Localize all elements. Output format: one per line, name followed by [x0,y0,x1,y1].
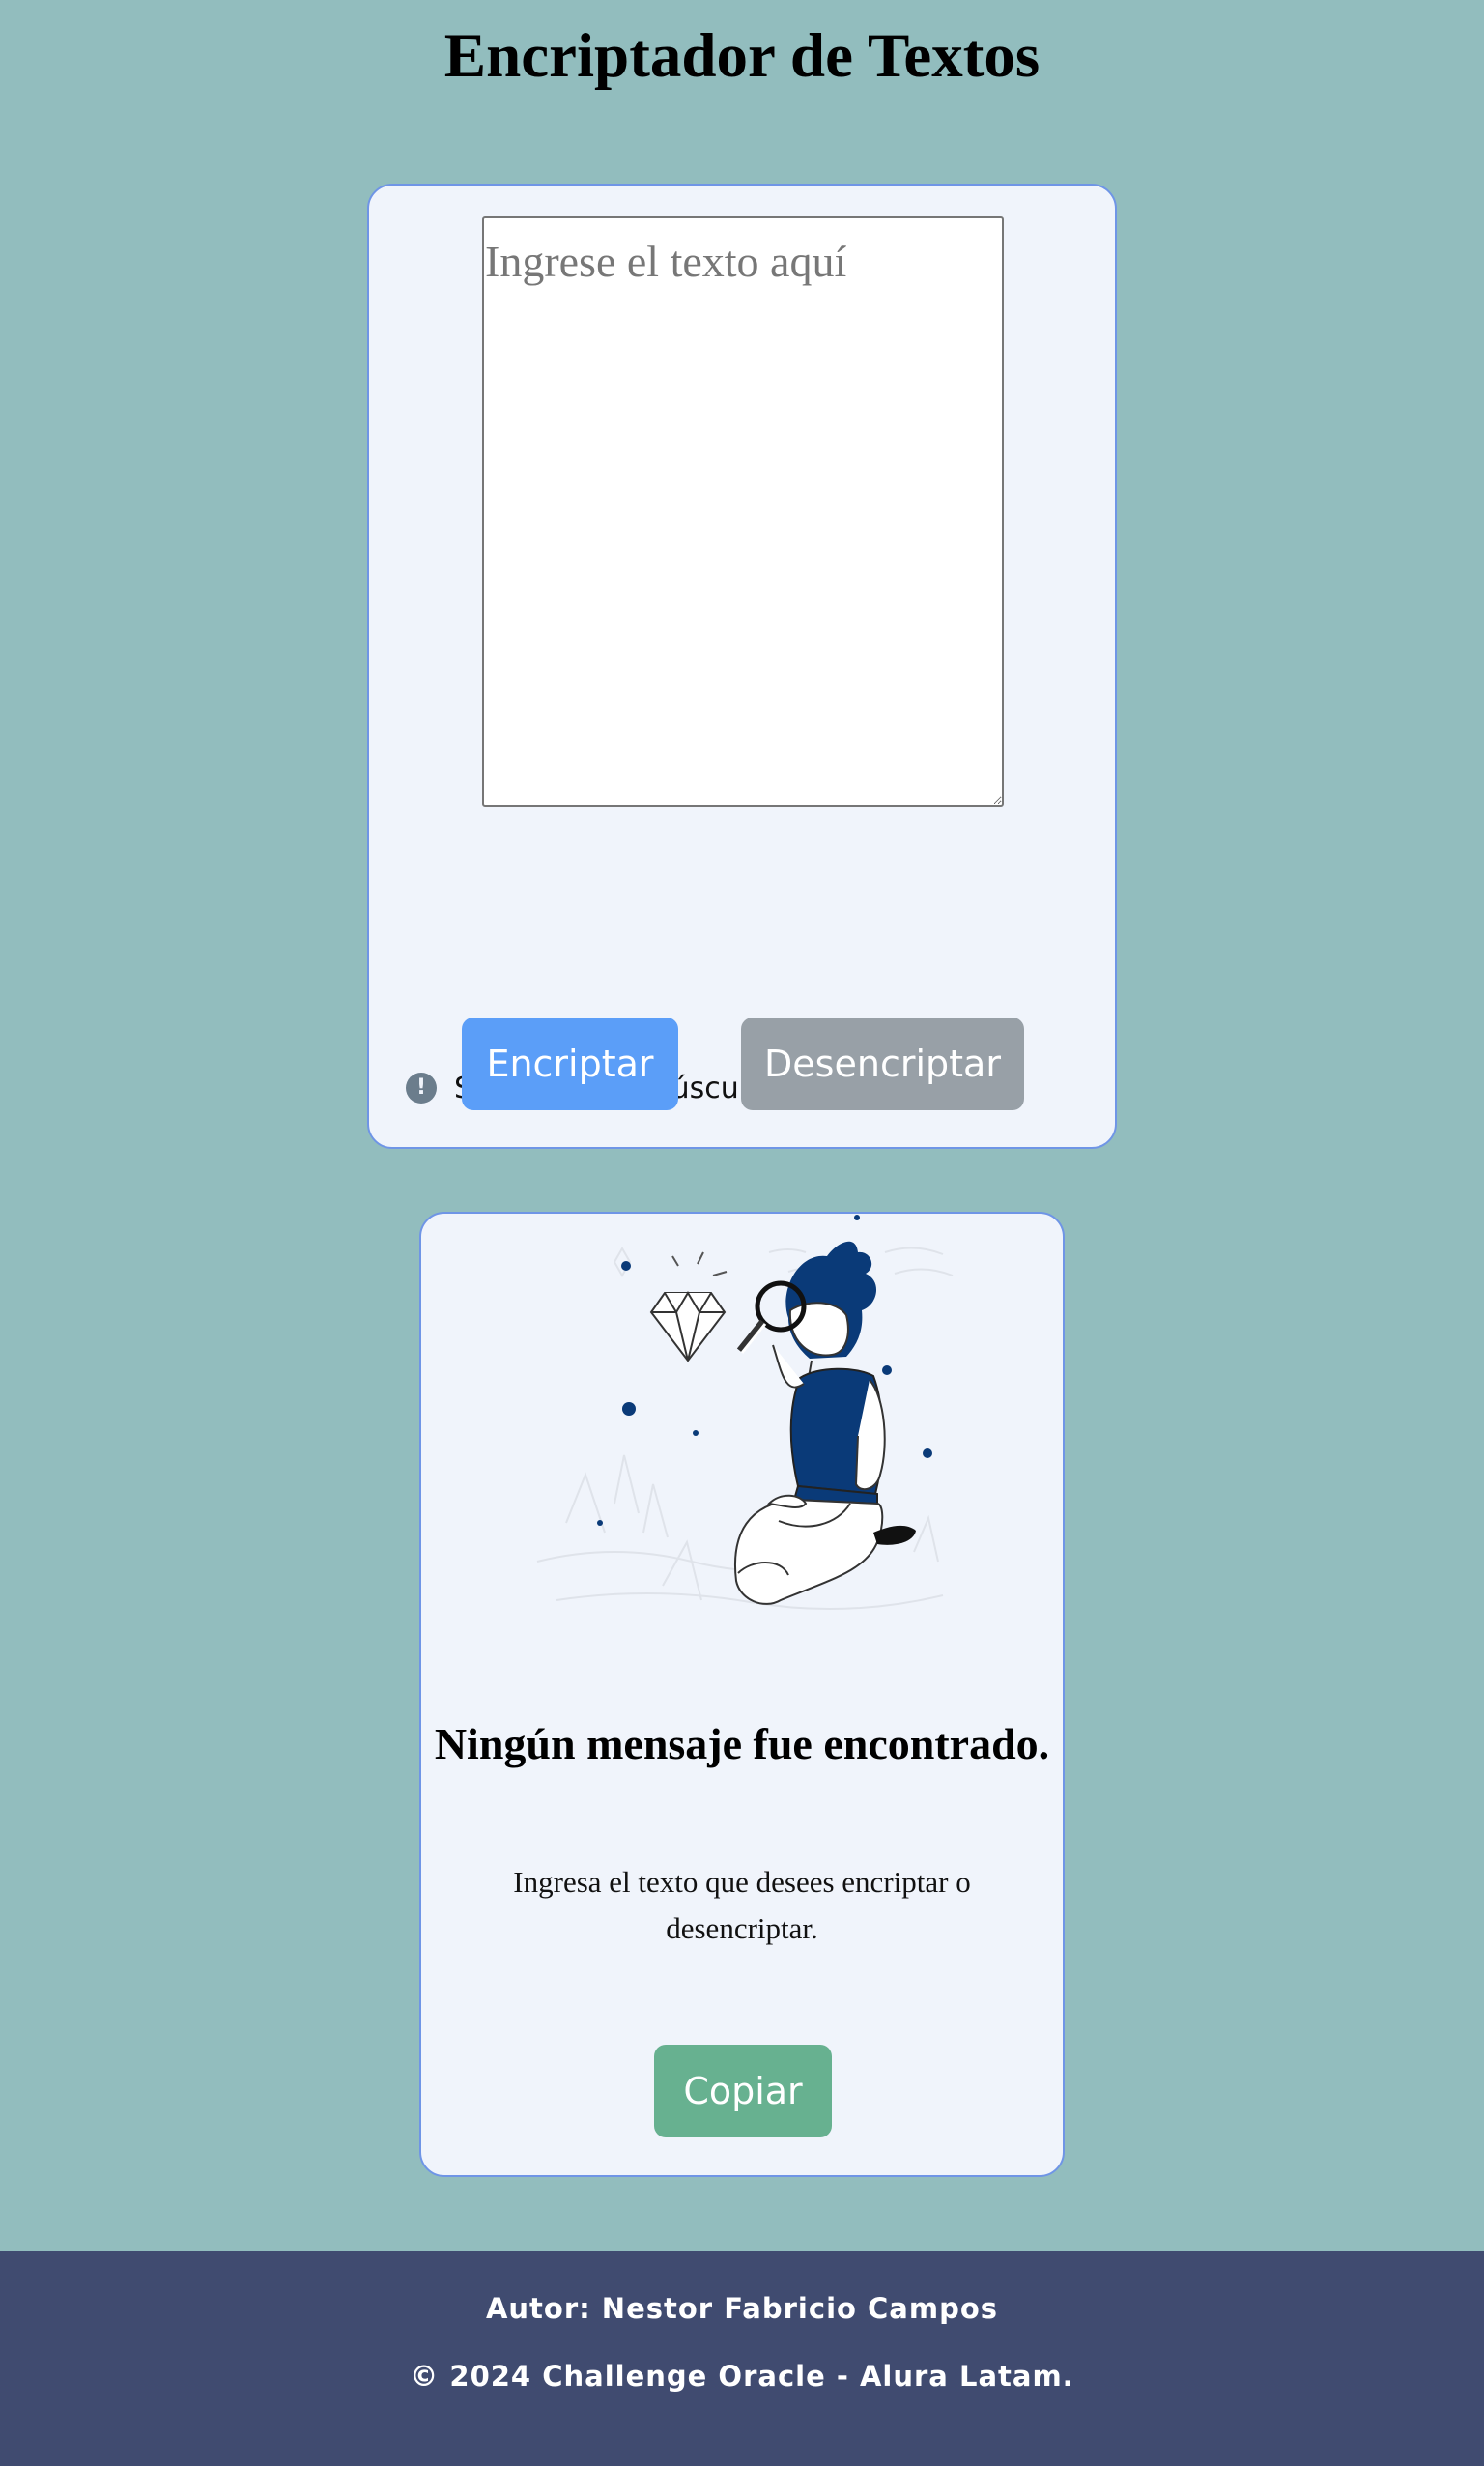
footer-author: Autor: Nestor Fabricio Campos [485,2292,999,2325]
encrypt-button[interactable]: Encriptar [462,1018,678,1110]
diamond-icon [649,1251,728,1362]
input-card: ! Solo letras minúsculas, sin acento. En… [367,184,1117,1149]
text-input[interactable] [482,216,1004,807]
no-message-description: Ingresa el texto que desees encriptar o … [513,1865,971,1945]
person-with-magnifying-glass-illustration [536,1215,954,1611]
output-card: Ningún mensaje fue encontrado. Ingresa e… [419,1212,1065,2177]
no-message-title: Ningún mensaje fue encontrado. [434,1719,1050,1768]
page-title: Encriptador de Textos [443,21,1041,91]
footer-copyright: © 2024 Challenge Oracle - Alura Latam. [410,2360,1074,2393]
footer: Autor: Nestor Fabricio Campos © 2024 Cha… [0,2251,1484,2466]
decrypt-button[interactable]: Desencriptar [741,1018,1024,1110]
copy-button[interactable]: Copiar [654,2045,832,2137]
sparkle-dots [597,1215,932,1526]
exclamation-circle-icon: ! [406,1073,437,1104]
